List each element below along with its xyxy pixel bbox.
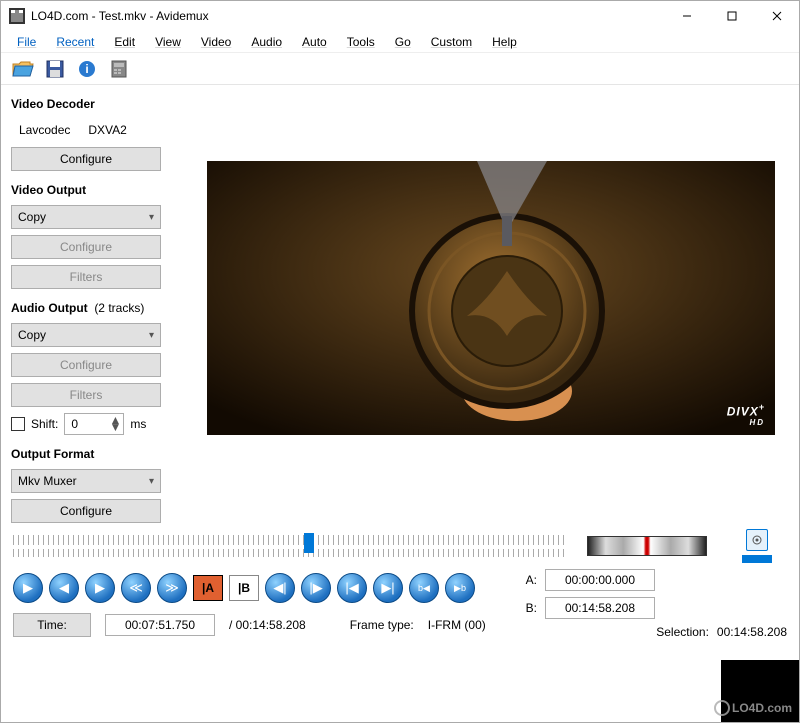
video-output-filters-button[interactable]: Filters — [11, 265, 161, 289]
time-button[interactable]: Time: — [13, 613, 91, 637]
menu-video[interactable]: Video — [191, 33, 241, 51]
menu-go[interactable]: Go — [385, 33, 421, 51]
play-button[interactable]: ▶ — [13, 573, 43, 603]
titlebar: LO4D.com - Test.mkv - Avidemux — [1, 1, 799, 31]
prev-keyframe-button[interactable]: ◀| — [265, 573, 295, 603]
video-still — [207, 161, 775, 435]
menu-view[interactable]: View — [145, 33, 191, 51]
transport-controls: ▶ ◀ ▶ ≪ ≫ |A |B ◀| |▶ |◀ ▶| b◀ ▶b — [13, 573, 493, 603]
watermark: LO4D.com — [714, 699, 792, 717]
chevron-down-icon: ▾ — [149, 330, 154, 341]
open-file-icon[interactable] — [9, 56, 37, 82]
next-frame-button[interactable]: ▶ — [85, 573, 115, 603]
output-format-configure-button[interactable]: Configure — [11, 499, 161, 523]
chevron-down-icon: ▾ — [149, 476, 154, 487]
info-icon[interactable]: i — [73, 56, 101, 82]
mark-b-value[interactable]: 00:14:58.208 — [545, 597, 655, 619]
output-format-select[interactable]: Mkv Muxer ▾ — [11, 469, 161, 493]
preview-area: DIVX+HD — [201, 91, 789, 523]
decoder-accel: DXVA2 — [88, 123, 126, 137]
shift-value: 0 — [71, 417, 78, 431]
rewind-button[interactable]: ≪ — [121, 573, 151, 603]
app-icon — [9, 8, 25, 24]
menu-auto[interactable]: Auto — [292, 33, 337, 51]
menu-recent[interactable]: Recent — [46, 33, 104, 51]
set-mark-b-button[interactable]: |B — [229, 575, 259, 601]
shift-spinner[interactable]: 0▲▼ — [64, 413, 124, 435]
audio-output-value: Copy — [18, 328, 46, 342]
menubar: File Recent Edit View Video Audio Auto T… — [1, 31, 799, 53]
menu-file[interactable]: File — [7, 33, 46, 51]
selection-label: Selection: — [656, 625, 709, 639]
playhead[interactable] — [304, 533, 314, 553]
output-format-title: Output Format — [11, 447, 201, 461]
calculator-icon[interactable] — [105, 56, 133, 82]
jog-wheel[interactable] — [587, 536, 707, 556]
shift-unit: ms — [130, 417, 146, 431]
output-format-value: Mkv Muxer — [18, 474, 77, 488]
video-output-select[interactable]: Copy ▾ — [11, 205, 161, 229]
svg-text:i: i — [85, 62, 88, 76]
audio-output-configure-button[interactable]: Configure — [11, 353, 161, 377]
decoder-codec: Lavcodec — [19, 123, 70, 137]
menu-audio[interactable]: Audio — [241, 33, 292, 51]
divx-logo: DIVX+HD — [727, 402, 765, 427]
next-black-button[interactable]: ▶b — [445, 573, 475, 603]
close-button[interactable] — [754, 1, 799, 31]
prev-black-button[interactable]: b◀ — [409, 573, 439, 603]
volume-button[interactable] — [746, 529, 768, 551]
next-keyframe-button[interactable]: |▶ — [301, 573, 331, 603]
timeline-scrubber[interactable] — [13, 533, 567, 559]
shift-checkbox[interactable] — [11, 417, 25, 431]
left-panel: Video Decoder Lavcodec DXVA2 Configure V… — [11, 91, 201, 523]
menu-edit[interactable]: Edit — [104, 33, 145, 51]
total-time: / 00:14:58.208 — [229, 618, 306, 632]
shift-label: Shift: — [31, 417, 58, 431]
video-output-value: Copy — [18, 210, 46, 224]
window-title: LO4D.com - Test.mkv - Avidemux — [31, 9, 664, 23]
menu-tools[interactable]: Tools — [337, 33, 385, 51]
time-value-input[interactable]: 00:07:51.750 — [105, 614, 215, 636]
video-frame: DIVX+HD — [207, 161, 775, 435]
maximize-button[interactable] — [709, 1, 754, 31]
minimize-button[interactable] — [664, 1, 709, 31]
volume-bar[interactable] — [742, 555, 772, 563]
mark-a-value[interactable]: 00:00:00.000 — [545, 569, 655, 591]
decoder-configure-button[interactable]: Configure — [11, 147, 161, 171]
audio-output-select[interactable]: Copy ▾ — [11, 323, 161, 347]
mark-b-label: B: — [523, 601, 537, 615]
mark-a-label: A: — [523, 573, 537, 587]
fast-forward-button[interactable]: ≫ — [157, 573, 187, 603]
selection-value: 00:14:58.208 — [717, 625, 787, 639]
next-cut-button[interactable]: ▶| — [373, 573, 403, 603]
menu-help[interactable]: Help — [482, 33, 527, 51]
video-output-title: Video Output — [11, 183, 201, 197]
audio-output-filters-button[interactable]: Filters — [11, 383, 161, 407]
prev-frame-button[interactable]: ◀ — [49, 573, 79, 603]
toolbar: i — [1, 53, 799, 85]
audio-output-title: Audio Output (2 tracks) — [11, 301, 201, 315]
menu-custom[interactable]: Custom — [421, 33, 482, 51]
video-output-configure-button[interactable]: Configure — [11, 235, 161, 259]
set-mark-a-button[interactable]: |A — [193, 575, 223, 601]
frame-type-value: I-FRM (00) — [428, 618, 486, 632]
save-icon[interactable] — [41, 56, 69, 82]
frame-type-label: Frame type: — [350, 618, 414, 632]
video-decoder-title: Video Decoder — [11, 97, 201, 111]
chevron-down-icon: ▾ — [149, 212, 154, 223]
prev-cut-button[interactable]: |◀ — [337, 573, 367, 603]
audio-tracks-count: (2 tracks) — [94, 301, 144, 315]
